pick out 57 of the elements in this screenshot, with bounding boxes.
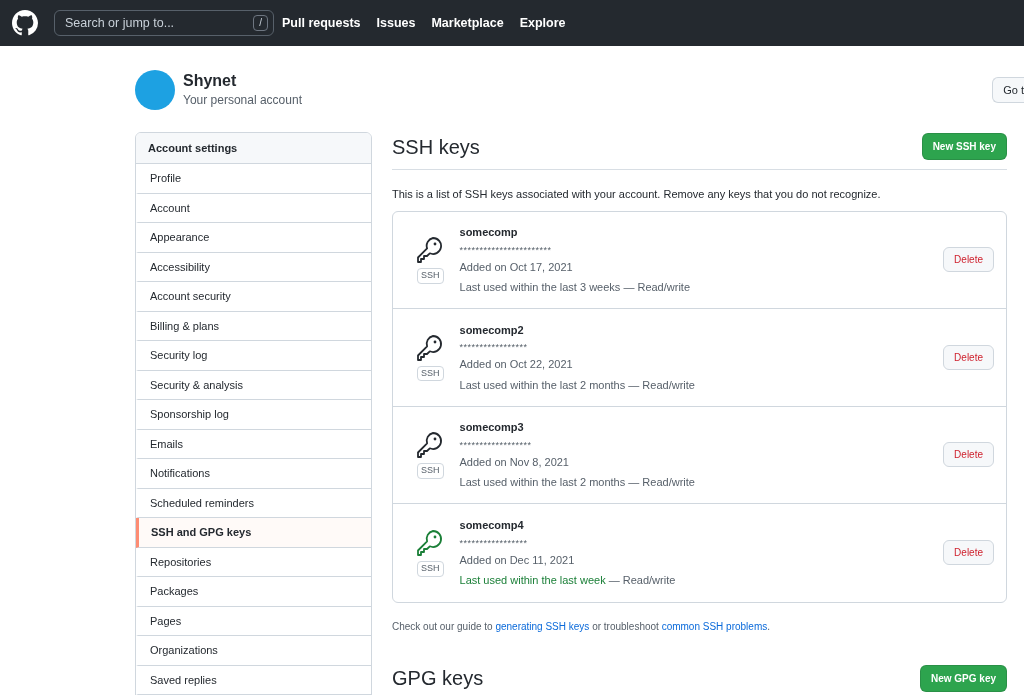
sidebar-item[interactable]: Emails (136, 429, 371, 459)
key-added-date: Added on Dec 11, 2021 (459, 552, 576, 568)
key-type-label: SSH (417, 463, 444, 479)
sidebar-item[interactable]: Accessibility (136, 252, 371, 282)
key-type-label: SSH (417, 268, 444, 284)
sidebar-item[interactable]: Packages (136, 577, 371, 607)
key-fingerprint: ***************** (459, 537, 529, 548)
key-name: somecomp4 (459, 518, 525, 533)
sidebar-item[interactable]: Account (136, 193, 371, 223)
key-fingerprint: ****************** (459, 439, 533, 450)
sidebar-item[interactable]: Repositories (136, 547, 371, 577)
nav-link[interactable]: Pull requests (282, 13, 361, 33)
key-type-label: SSH (417, 561, 444, 577)
key-last-used: Last used within the last week — Read/write (459, 573, 676, 588)
sidebar-item[interactable]: Pages (136, 606, 371, 636)
account-name: Shynet (183, 71, 238, 91)
nav-link[interactable]: Explore (519, 13, 566, 33)
sidebar-item[interactable]: Sponsorship log (136, 400, 371, 430)
key-last-used: Last used within the last 2 months — Read/write (459, 377, 695, 393)
key-added-date: Added on Oct 22, 2021 (459, 357, 574, 372)
sidebar-item[interactable]: Appearance (136, 223, 371, 253)
key-name: somecomp2 (459, 322, 525, 338)
sidebar-item[interactable]: Profile (136, 164, 371, 194)
nav-link[interactable]: Marketplace (431, 13, 504, 33)
sidebar-item[interactable]: SSH and GPG keys (136, 518, 371, 548)
sidebar-item[interactable]: Notifications (136, 459, 371, 489)
go-button[interactable]: Go t (992, 76, 1024, 104)
key-added-date: Added on Oct 17, 2021 (459, 259, 574, 275)
delete-button[interactable]: Delete (943, 442, 994, 468)
github-logo-icon[interactable] (12, 10, 38, 36)
sidebar-title: Account settings (136, 133, 371, 164)
delete-button[interactable]: Delete (943, 344, 994, 370)
nav-link[interactable]: Issues (376, 13, 416, 33)
sidebar-item[interactable]: Account security (136, 282, 371, 312)
key-last-used: Last used within the last 2 months — Read/write (459, 475, 695, 490)
sidebar-item[interactable]: Billing & plans (136, 311, 371, 341)
key-last-used: Last used within the last 3 weeks — Read/write (459, 280, 691, 295)
guide-text: Check out our guide to generating SSH keys or troubleshoot common SSH problems. (392, 619, 771, 634)
sidebar-item[interactable]: Saved replies (136, 665, 371, 695)
avatar (135, 70, 175, 110)
delete-button[interactable]: Delete (943, 247, 994, 273)
section-title: GPG keys (392, 666, 484, 690)
sidebar-item[interactable]: Security & analysis (136, 370, 371, 400)
section-title: SSH keys (392, 134, 480, 159)
key-name: somecomp (459, 225, 519, 240)
key-type-label: SSH (417, 365, 444, 381)
section-description: This is a list of SSH keys associated with your account. Remove any keys that you do not recognize. (392, 187, 882, 202)
key-fingerprint: ***************** (459, 342, 529, 352)
sidebar-item[interactable]: Security log (136, 341, 371, 371)
key-fingerprint: *********************** (459, 244, 553, 255)
sidebar-item[interactable]: Organizations (136, 636, 371, 666)
key-name: somecomp3 (459, 420, 525, 435)
key-added-date: Added on Nov 8, 2021 (459, 454, 570, 470)
delete-button[interactable]: Delete (943, 540, 994, 566)
shortcut-key: / (253, 15, 268, 31)
guide-link[interactable]: generating SSH keys (495, 620, 590, 632)
account-subtitle: Your personal account (183, 92, 302, 109)
